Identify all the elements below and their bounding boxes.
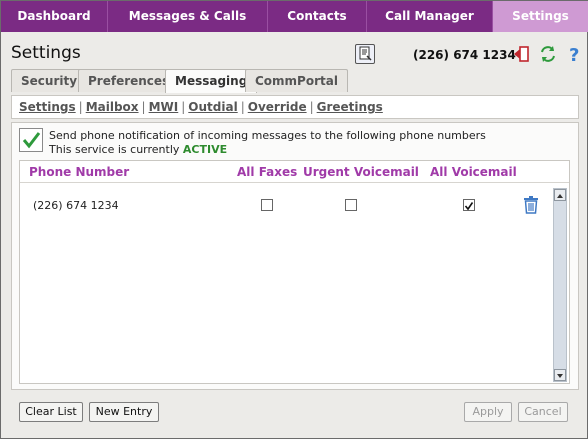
cancel-button[interactable]: Cancel: [518, 402, 568, 422]
nav-dashboard[interactable]: Dashboard: [1, 1, 108, 32]
tab-security[interactable]: Security: [11, 69, 88, 92]
header-phone-number: (226) 674 1234: [413, 48, 516, 62]
status-active-label: ACTIVE: [182, 143, 228, 156]
subnav-mwi[interactable]: MWI: [149, 100, 179, 114]
all-voicemail-checkbox[interactable]: [463, 199, 475, 211]
column-phone-number: Phone Number: [29, 165, 130, 179]
subnav-greetings[interactable]: Greetings: [317, 100, 383, 114]
separator: |: [78, 100, 83, 114]
separator: |: [240, 100, 245, 114]
new-entry-button[interactable]: New Entry: [89, 402, 159, 422]
notification-panel: Send phone notification of incoming mess…: [11, 122, 579, 390]
enable-notification-checkbox[interactable]: [19, 128, 43, 152]
clear-list-button[interactable]: Clear List: [19, 402, 83, 422]
scroll-up-button[interactable]: [554, 189, 566, 201]
table-scrollbar[interactable]: [553, 188, 567, 382]
separator: |: [309, 100, 314, 114]
help-icon[interactable]: ?: [564, 44, 584, 66]
status-prefix: This service is currently: [49, 143, 180, 156]
separator: |: [141, 100, 146, 114]
all-faxes-checkbox[interactable]: [261, 199, 273, 211]
subnav-outdial[interactable]: Outdial: [188, 100, 237, 114]
separator: |: [181, 100, 186, 114]
table-header: Phone Number All Faxes Urgent Voicemail …: [20, 161, 569, 183]
subnav-settings[interactable]: Settings: [19, 100, 76, 114]
page-title: Settings: [11, 43, 81, 63]
tab-commportal-assistant[interactable]: CommPortal Assistant: [245, 69, 348, 110]
nav-settings[interactable]: Settings: [493, 1, 588, 32]
svg-text:?: ?: [569, 45, 579, 64]
column-all-faxes: All Faxes: [237, 165, 298, 179]
apply-button[interactable]: Apply: [464, 402, 512, 422]
scroll-down-button[interactable]: [554, 369, 566, 381]
logout-icon[interactable]: [512, 44, 532, 64]
refresh-icon[interactable]: [538, 44, 558, 64]
top-navigation: Dashboard Messages & Calls Contacts Call…: [1, 1, 588, 32]
service-status-text: This service is currently ACTIVE: [49, 143, 227, 156]
nav-call-manager[interactable]: Call Manager: [367, 1, 493, 32]
subnav-mailbox[interactable]: Mailbox: [86, 100, 139, 114]
column-all-voicemail: All Voicemail: [430, 165, 517, 179]
print-icon[interactable]: [355, 44, 375, 64]
notification-description: Send phone notification of incoming mess…: [49, 129, 486, 142]
row-phone-number: (226) 674 1234: [33, 199, 119, 212]
column-urgent-voicemail: Urgent Voicemail: [303, 165, 419, 179]
messaging-subnav: Settings | Mailbox | MWI | Outdial | Override | Gr…: [11, 95, 579, 119]
delete-trash-icon[interactable]: [521, 195, 541, 215]
nav-contacts[interactable]: Contacts: [268, 1, 367, 32]
urgent-voicemail-checkbox[interactable]: [345, 199, 357, 211]
tab-messaging[interactable]: Messaging: [165, 69, 258, 93]
subnav-override[interactable]: Override: [248, 100, 307, 114]
phone-number-table: Phone Number All Faxes Urgent Voicemail …: [19, 160, 570, 384]
nav-messages-calls[interactable]: Messages & Calls: [108, 1, 268, 32]
